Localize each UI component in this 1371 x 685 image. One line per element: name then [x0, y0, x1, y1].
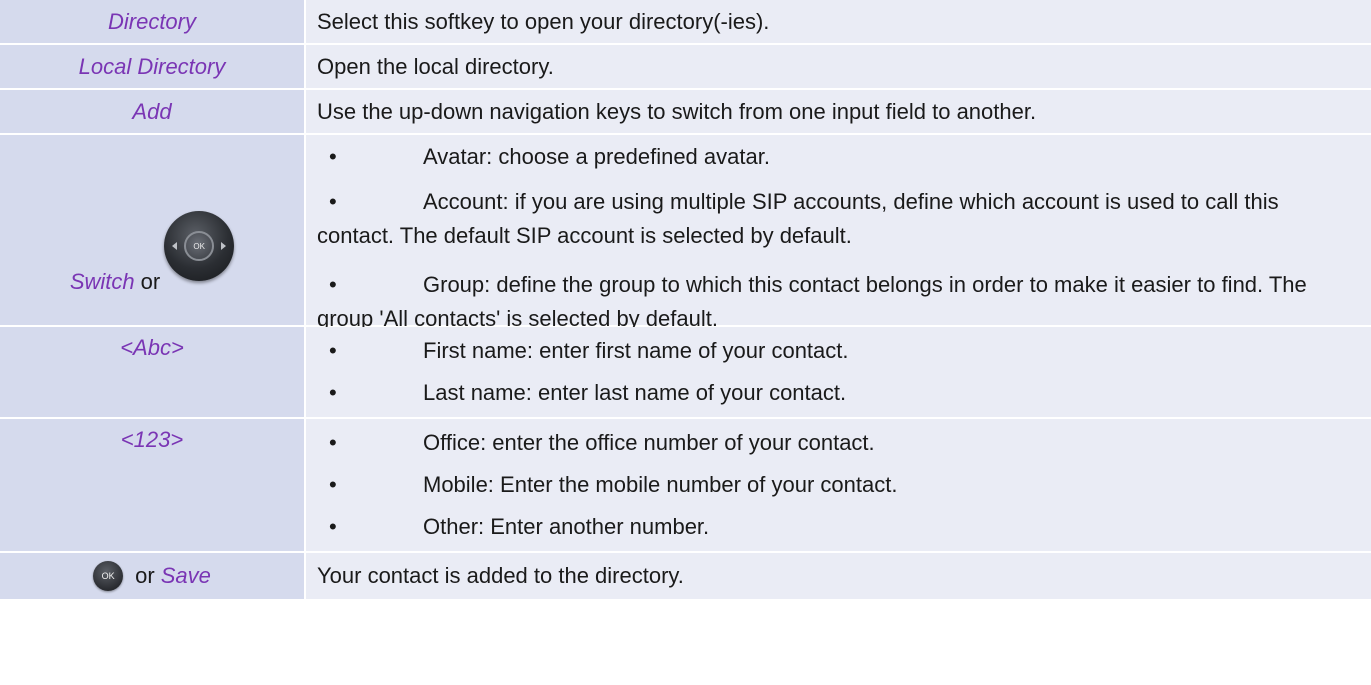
ok-label: OK: [184, 231, 215, 261]
table-row: Add Use the up-down navigation keys to s…: [0, 90, 1371, 135]
table-row: Switch or OK • Avatar: choose a predefin…: [0, 135, 1371, 331]
description-text: Select this softkey to open your directo…: [317, 8, 770, 34]
bullet-glyph: •: [329, 144, 337, 169]
bullet-glyph: •: [329, 514, 337, 539]
key-cell: Switch or OK: [0, 135, 306, 325]
table-row: <123> • Office: enter the office number …: [0, 419, 1371, 553]
list-item: • Mobile: Enter the mobile number of you…: [317, 472, 1357, 498]
key-cell: <Abc>: [0, 327, 306, 417]
key-cell: <123>: [0, 419, 306, 551]
description-text: Your contact is added to the directory.: [317, 563, 684, 588]
description-cell: Select this softkey to open your directo…: [306, 0, 1371, 43]
bullet-text: Office: enter the office number of your …: [423, 430, 875, 455]
softkey-label: <Abc>: [120, 335, 184, 360]
softkey-label: Add: [132, 98, 172, 124]
key-cell: Directory: [0, 0, 306, 43]
description-cell: • First name: enter first name of your c…: [306, 327, 1371, 417]
bullet-text: First name: enter first name of your con…: [423, 338, 849, 363]
table-row: <Abc> • First name: enter first name of …: [0, 327, 1371, 419]
instructions-table: Directory Select this softkey to open yo…: [0, 0, 1371, 601]
bullet-glyph: •: [329, 189, 337, 214]
softkey-label: Directory: [107, 8, 196, 34]
list-item: • Avatar: choose a predefined avatar.: [317, 144, 1357, 170]
bullet-text: Account: if you are using multiple SIP a…: [317, 189, 1279, 248]
softkey-label: Switch: [69, 269, 135, 294]
description-cell: Your contact is added to the directory.: [306, 553, 1371, 599]
ok-label: OK: [101, 571, 115, 581]
list-item: • Other: Enter another number.: [317, 514, 1357, 540]
bullet-text: Avatar: choose a predefined avatar.: [423, 144, 770, 169]
bullet-glyph: •: [329, 380, 337, 405]
bullet-glyph: •: [329, 472, 337, 497]
key-cell: Add: [0, 90, 306, 133]
key-cell: Local Directory: [0, 45, 306, 88]
bullet-text: Last name: enter last name of your conta…: [423, 380, 847, 405]
connector-text: or: [140, 269, 161, 294]
connector-text: or: [135, 563, 155, 588]
description-cell: • Office: enter the office number of you…: [306, 419, 1371, 551]
table-row: Directory Select this softkey to open yo…: [0, 0, 1371, 45]
ok-key-icon: OK: [93, 561, 124, 591]
list-item: • Group: define the group to which this c…: [317, 268, 1357, 336]
softkey-label: Local Directory: [78, 53, 226, 79]
bullet-text: Group: define the group to which this co…: [317, 272, 1307, 331]
list-item: • Office: enter the office number of you…: [317, 430, 1357, 456]
key-cell: OK or Save: [0, 553, 306, 599]
bullet-glyph: •: [329, 272, 337, 297]
navigation-ok-key-icon: OK: [164, 211, 235, 281]
table-row: OK or Save Your contact is added to the …: [0, 553, 1371, 601]
list-item: • First name: enter first name of your c…: [317, 338, 1357, 364]
description-text: Use the up-down navigation keys to switc…: [317, 98, 1037, 124]
description-cell: Open the local directory.: [306, 45, 1371, 88]
list-item: • Last name: enter last name of your con…: [317, 380, 1357, 406]
description-cell: • Avatar: choose a predefined avatar. • A…: [306, 135, 1371, 331]
description-text: Open the local directory.: [317, 53, 554, 79]
table-row: Local Directory Open the local directory…: [0, 45, 1371, 90]
bullet-text: Mobile: Enter the mobile number of your …: [423, 472, 898, 497]
bullet-glyph: •: [329, 430, 337, 455]
description-cell: Use the up-down navigation keys to switc…: [306, 90, 1371, 133]
list-item: • Account: if you are using multiple SIP …: [317, 185, 1357, 253]
softkey-label: Save: [160, 563, 211, 588]
bullet-glyph: •: [329, 338, 337, 363]
softkey-label: <123>: [120, 427, 184, 452]
bullet-text: Other: Enter another number.: [423, 514, 710, 539]
